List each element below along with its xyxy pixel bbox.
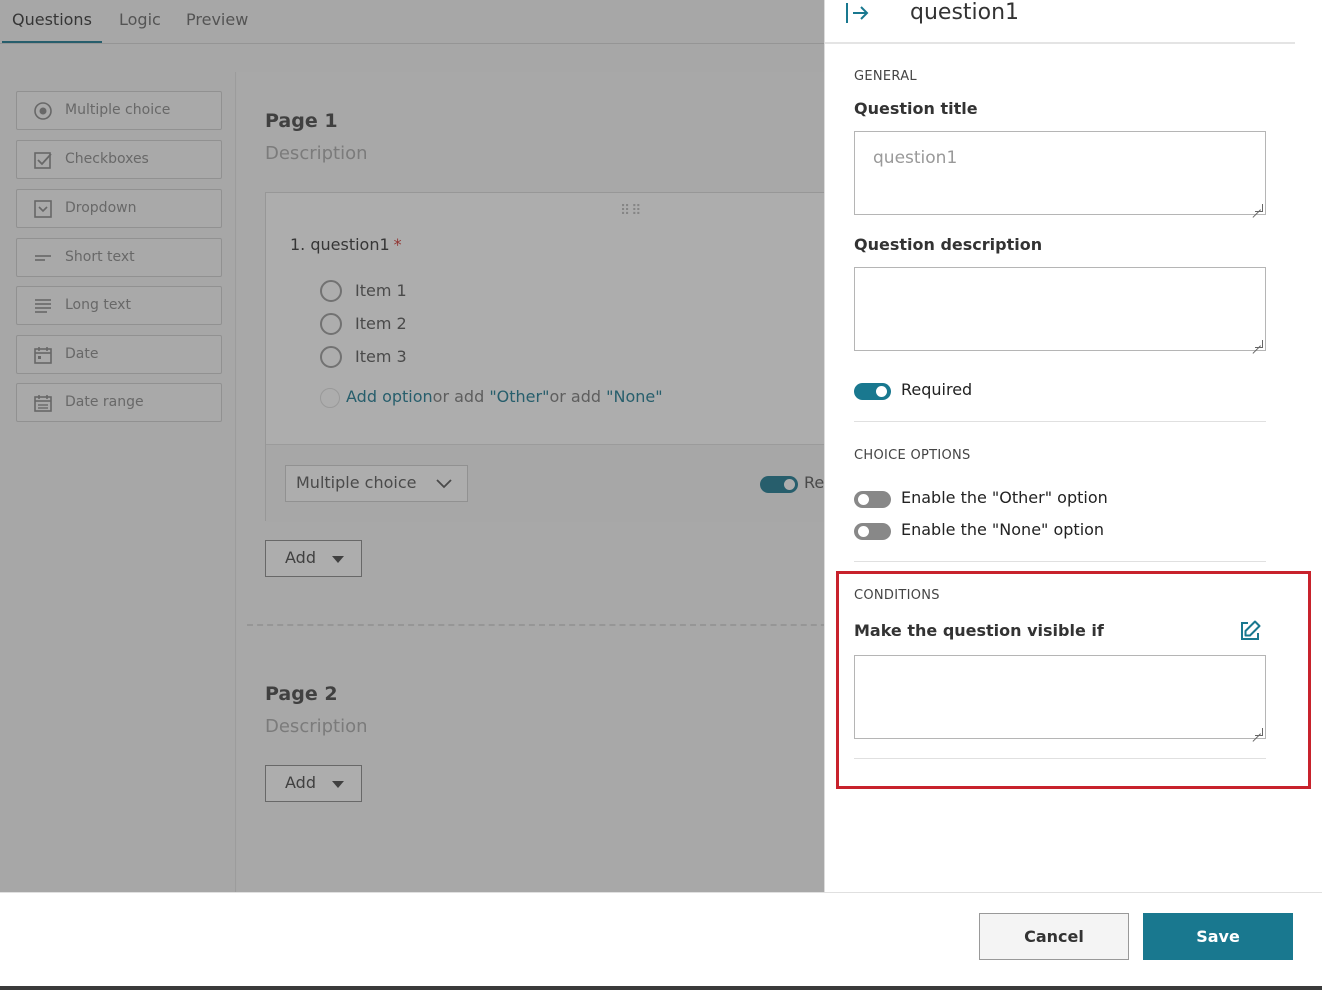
conditions-heading: CONDITIONS (854, 588, 940, 603)
resize-handle-icon[interactable] (1255, 340, 1263, 348)
dialog-footer: Cancel Save (0, 892, 1322, 990)
required-toggle[interactable] (854, 383, 891, 400)
window-bottom-edge (0, 986, 1322, 990)
none-option-toggle[interactable] (854, 523, 891, 540)
resize-handle-icon[interactable] (1255, 204, 1263, 212)
modal-backdrop[interactable] (0, 0, 824, 892)
other-option-label[interactable]: Enable the "Other" option (901, 488, 1108, 507)
general-section-heading: GENERAL (854, 69, 917, 84)
choice-options-heading: CHOICE OPTIONS (854, 448, 971, 463)
cancel-button[interactable]: Cancel (979, 913, 1129, 960)
edit-icon[interactable] (1238, 619, 1262, 643)
resize-handle-icon[interactable] (1255, 728, 1263, 736)
question-description-label: Question description (854, 235, 1043, 254)
none-option-label[interactable]: Enable the "None" option (901, 520, 1104, 539)
visible-if-input[interactable] (854, 655, 1266, 739)
question-description-input[interactable] (854, 267, 1266, 351)
section-divider (854, 758, 1266, 759)
panel-header: question1 (825, 0, 1295, 44)
question-title-label: Question title (854, 99, 978, 118)
save-button[interactable]: Save (1143, 913, 1293, 960)
section-divider (854, 421, 1266, 422)
panel-title: question1 (910, 0, 1020, 25)
section-divider (854, 561, 1266, 562)
visible-if-label: Make the question visible if (854, 621, 1104, 640)
required-label[interactable]: Required (901, 380, 972, 399)
collapse-panel-icon[interactable] (845, 2, 871, 24)
other-option-toggle[interactable] (854, 491, 891, 508)
question-title-placeholder: question1 (873, 148, 958, 168)
question-properties-panel: question1 GENERAL Question title questio… (824, 0, 1322, 892)
question-title-input[interactable]: question1 (854, 131, 1266, 215)
